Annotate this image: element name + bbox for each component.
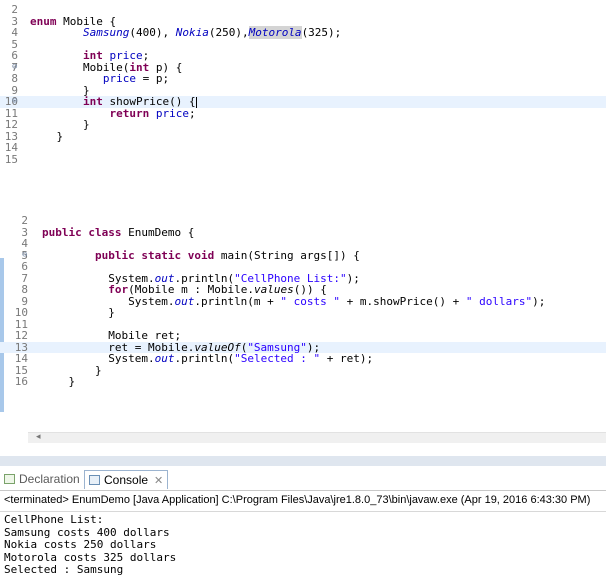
line-number: 2 (21, 214, 28, 227)
code-line[interactable]: 3 public class EnumDemo { (0, 225, 606, 239)
code-token: + ret); (320, 352, 374, 365)
code-text: System.out.println(m + " costs " + m.sho… (42, 294, 546, 308)
tab-declaration[interactable]: Declaration (4, 470, 80, 488)
code-token: } (30, 129, 64, 143)
code-token: static (141, 248, 188, 262)
code-token: " dollars" (465, 294, 533, 308)
line-number: 15 (4, 152, 18, 166)
line-number: 4 (21, 237, 28, 250)
code-token: = p; (135, 72, 170, 85)
code-token: return (109, 106, 156, 120)
code-text: } (42, 376, 75, 388)
code-line[interactable]: 11 return price; (0, 106, 606, 120)
horizontal-scrollbar[interactable]: ◂ (28, 432, 606, 443)
console-divider (0, 511, 606, 512)
code-token: (325); (301, 26, 342, 39)
code-line[interactable]: 15 } (0, 364, 606, 377)
code-line[interactable]: 5 ⊖ public static void main(String args[]… (0, 248, 606, 262)
code-token: .println( (174, 352, 235, 365)
tab-console[interactable]: Console ✕ (84, 470, 169, 489)
code-token: (400), (129, 26, 176, 39)
line-number: 14 (4, 141, 18, 154)
code-token: ; (188, 106, 196, 120)
line-number: 4 (11, 26, 18, 39)
line-number: 6 (11, 49, 18, 62)
code-text: } (30, 129, 64, 143)
line-number: 12 (4, 118, 18, 131)
line-number: 2 (11, 3, 18, 16)
code-token: Motorola (248, 26, 302, 39)
code-token: void (187, 248, 221, 262)
line-number: 6 (21, 260, 28, 273)
code-token: price (155, 106, 189, 120)
code-text: } (42, 307, 115, 319)
code-token: } (42, 306, 115, 319)
code-token: (250), (208, 26, 249, 39)
code-token: EnumDemo { (128, 225, 195, 239)
scroll-left-icon[interactable]: ◂ (36, 432, 41, 442)
console-icon (89, 475, 100, 485)
line-number: 8 (11, 72, 18, 85)
code-token: .println(m + (194, 294, 281, 308)
code-token: price (102, 72, 136, 85)
code-token: " costs " (280, 294, 341, 308)
line-number: 14 (14, 352, 28, 365)
code-token: public (94, 248, 142, 262)
code-line[interactable]: 12 } (0, 119, 606, 131)
enum-editor-pane[interactable]: 2 3 enum Mobile {4 Samsung(400), Nokia(250… (0, 0, 606, 196)
view-separator (0, 456, 606, 466)
fold-toggle-icon[interactable]: ⊖ (12, 96, 22, 108)
tab-console-label: Console (104, 473, 149, 487)
close-icon[interactable]: ✕ (154, 475, 163, 487)
code-text: public static void main(String args[]) { (42, 248, 360, 262)
line-number: 8 (21, 283, 28, 296)
line-number: 10 (14, 306, 28, 319)
code-line[interactable]: 15 (0, 152, 606, 166)
code-line[interactable]: 4 Samsung(400), Nokia(250),Motorola(325)… (0, 26, 606, 39)
main-editor-pane[interactable]: 2 3 public class EnumDemo {4 5 ⊖ public stat… (0, 212, 606, 440)
code-line[interactable]: 8 price = p; (0, 73, 606, 85)
code-line[interactable]: 10 } (0, 307, 606, 319)
code-line[interactable]: 13 } (0, 129, 606, 143)
line-number: 16 (14, 375, 28, 388)
code-text: Samsung(400), Nokia(250),Motorola(325); (30, 26, 342, 39)
code-line[interactable]: 14 (0, 142, 606, 154)
code-token: + m.showPrice() + (340, 294, 466, 308)
code-token: class (88, 225, 129, 239)
code-token: ); (532, 294, 546, 308)
console-status-line: <terminated> EnumDemo [Java Application]… (4, 494, 591, 506)
line-number: 12 (14, 329, 28, 342)
code-token: Samsung (82, 26, 130, 39)
tab-declaration-label: Declaration (19, 472, 80, 486)
code-token: out (154, 352, 175, 365)
code-token: "Selected : " (234, 352, 321, 365)
code-token: main(String args[]) { (220, 248, 360, 262)
code-token: ); (346, 271, 360, 285)
code-token: public (42, 225, 89, 239)
text-cursor (195, 96, 197, 108)
code-token: } (42, 375, 76, 388)
console-output[interactable]: CellPhone List: Samsung costs 400 dollar… (4, 513, 176, 577)
code-token: out (174, 294, 195, 308)
code-text: public class EnumDemo { (42, 225, 195, 239)
code-line[interactable]: 16 } (0, 376, 606, 388)
bottom-panel-tabs: Declaration Console ✕ (0, 466, 606, 491)
code-token: Nokia (175, 26, 209, 39)
declaration-icon (4, 474, 15, 484)
